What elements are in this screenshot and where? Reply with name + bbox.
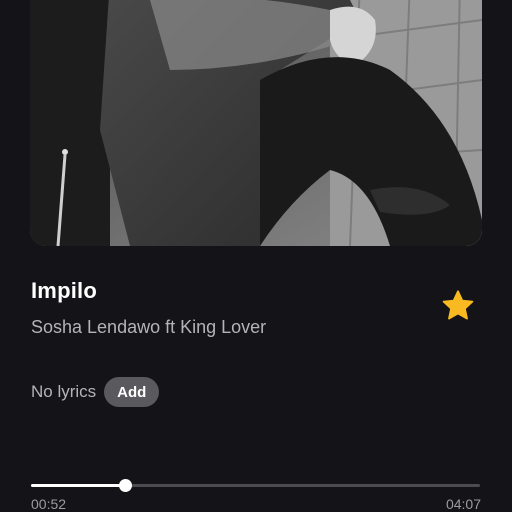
star-icon	[442, 290, 474, 320]
seek-bar-thumb[interactable]	[119, 479, 133, 492]
album-artwork	[30, 0, 482, 246]
favorite-button[interactable]	[439, 287, 477, 325]
seek-bar[interactable]	[31, 479, 480, 492]
album-art-image	[30, 0, 482, 246]
song-title: Impilo	[31, 278, 97, 303]
artist-name[interactable]: Sosha Lendawo ft King Lover	[31, 317, 266, 338]
no-lyrics-label: No lyrics	[31, 382, 97, 401]
lyrics-row: No lyrics Add	[31, 377, 160, 407]
total-duration: 04:07	[445, 496, 481, 512]
elapsed-time: 00:52	[31, 496, 67, 512]
seek-bar-progress	[31, 484, 126, 487]
add-lyrics-button[interactable]: Add	[104, 377, 160, 407]
now-playing-screen: Impilo Sosha Lendawo ft King Lover No ly…	[0, 0, 512, 512]
